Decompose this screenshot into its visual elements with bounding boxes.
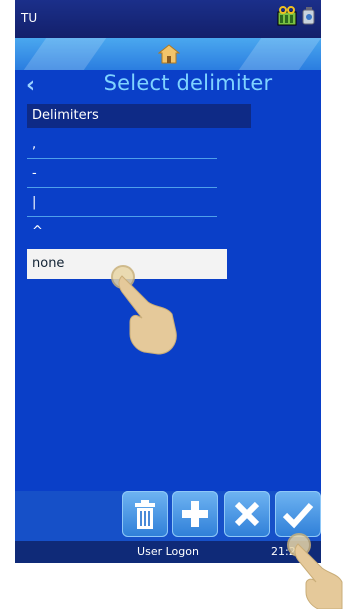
trash-icon [135, 500, 155, 529]
home-icon[interactable] [158, 43, 180, 65]
decor-stripe [238, 38, 321, 70]
delimiter-list: , - | ^ none [27, 130, 227, 279]
close-icon [234, 501, 260, 527]
cancel-button[interactable] [224, 491, 270, 537]
status-bar: TU [15, 0, 321, 38]
list-item-comma[interactable]: , [27, 130, 217, 159]
status-title: TU [21, 11, 38, 25]
home-bar [15, 38, 321, 70]
decor-stripe [23, 38, 107, 70]
action-toolbar [15, 491, 321, 541]
list-item-pipe[interactable]: | [27, 188, 217, 217]
add-button[interactable] [172, 491, 218, 537]
hand-pointer-icon [287, 533, 343, 609]
network-icon [302, 7, 315, 25]
page-title-text: Select delimiter [103, 71, 273, 95]
plus-icon [182, 501, 208, 527]
battery-level-icon [277, 6, 297, 26]
list-item-dash[interactable]: - [27, 159, 217, 188]
bottom-status-bar: User Logon 21:2 [15, 541, 321, 563]
delete-button[interactable] [122, 491, 168, 537]
hand-pointer-icon [111, 265, 177, 355]
list-item-caret[interactable]: ^ [27, 217, 217, 246]
page-title: Select delimiter [15, 71, 321, 95]
list-header: Delimiters [27, 104, 251, 128]
